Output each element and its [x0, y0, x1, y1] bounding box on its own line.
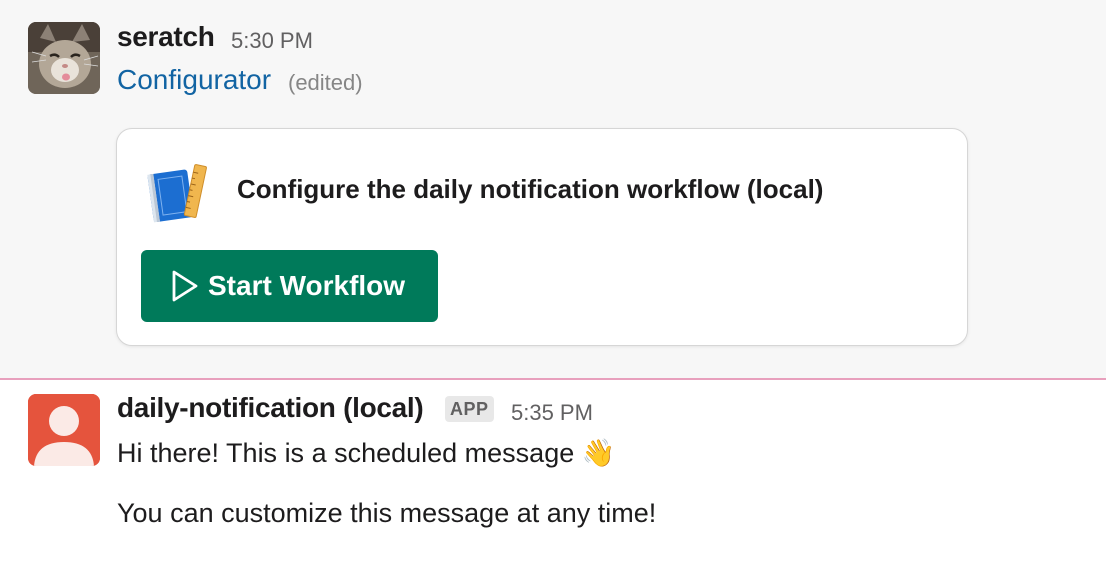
user-placeholder-icon [28, 394, 100, 466]
new-messages-divider [0, 378, 1106, 380]
card-title: Configure the daily notification workflo… [237, 174, 824, 204]
message-line-1: Hi there! This is a scheduled message 👋 [117, 437, 615, 469]
avatar-daily-notification[interactable] [28, 394, 100, 466]
message-text-1: Hi there! This is a scheduled message [117, 438, 575, 468]
edited-label: (edited) [288, 70, 363, 95]
blueprint-ruler-icon [147, 164, 207, 223]
sender-name[interactable]: seratch [117, 21, 215, 53]
start-workflow-button[interactable]: Start Workflow [141, 250, 438, 322]
start-workflow-label: Start Workflow [208, 270, 406, 301]
message-line-2: You can customize this message at any ti… [117, 498, 657, 528]
message-timestamp[interactable]: 5:30 PM [231, 28, 313, 54]
avatar-seratch[interactable] [28, 22, 100, 94]
waving-hand-icon: 👋 [581, 438, 616, 469]
bot-message-timestamp[interactable]: 5:35 PM [511, 400, 593, 426]
play-icon [172, 270, 198, 302]
app-badge: APP [445, 396, 494, 422]
cat-avatar-icon [28, 22, 100, 94]
configurator-link[interactable]: Configurator [117, 64, 271, 96]
workflow-card: Configure the daily notification workflo… [116, 128, 968, 346]
bot-sender-name[interactable]: daily-notification (local) [117, 392, 424, 424]
